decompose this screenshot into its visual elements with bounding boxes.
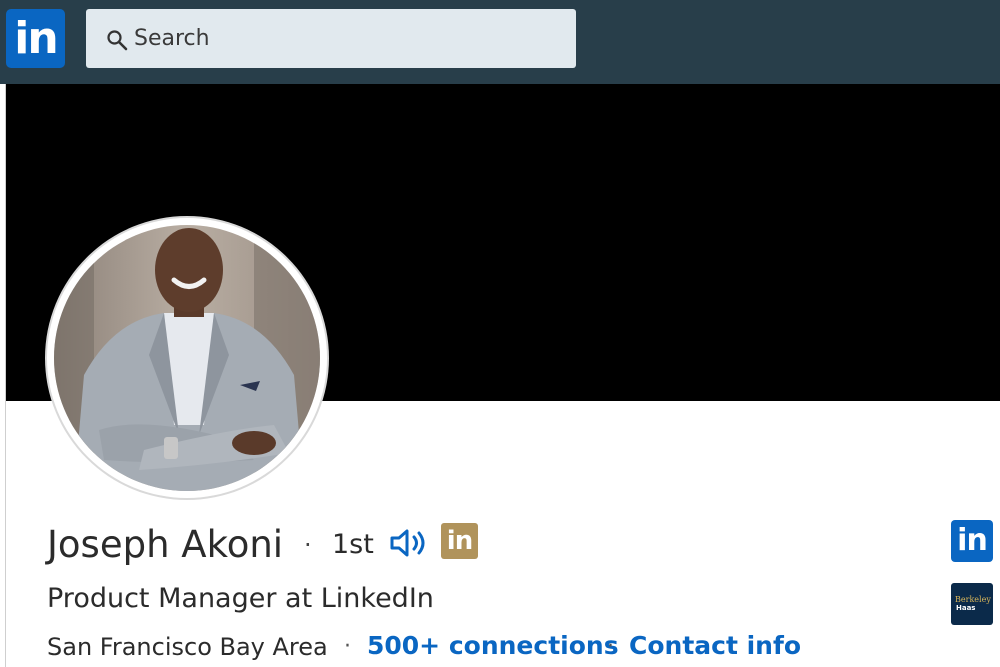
profile-photo[interactable] — [54, 225, 320, 491]
profile-headline: Product Manager at LinkedIn — [47, 583, 434, 614]
profile-location: San Francisco Bay Area — [47, 633, 328, 661]
linkedin-premium-icon: in — [441, 523, 478, 559]
search-icon — [107, 30, 128, 51]
speaker-icon[interactable] — [389, 528, 429, 558]
connection-degree: 1st — [332, 529, 374, 560]
location-separator: · — [344, 634, 351, 659]
school-logo-line2: Haas — [956, 604, 976, 612]
linkedin-logo[interactable]: in — [6, 9, 65, 68]
connections-separator: · — [607, 634, 614, 659]
search-input[interactable] — [134, 9, 564, 68]
school-logo[interactable]: Berkeley Haas — [951, 583, 993, 625]
contact-info-link[interactable]: Contact info — [629, 628, 801, 664]
profile-name: Joseph Akoni — [47, 523, 284, 566]
company-logo[interactable]: in — [951, 520, 993, 562]
search-box[interactable] — [86, 9, 576, 68]
school-logo-line1: Berkeley — [955, 595, 991, 604]
name-separator: · — [304, 531, 312, 559]
connections-link[interactable]: 500+ connections — [367, 628, 619, 664]
top-navigation-bar: in — [0, 0, 1000, 84]
